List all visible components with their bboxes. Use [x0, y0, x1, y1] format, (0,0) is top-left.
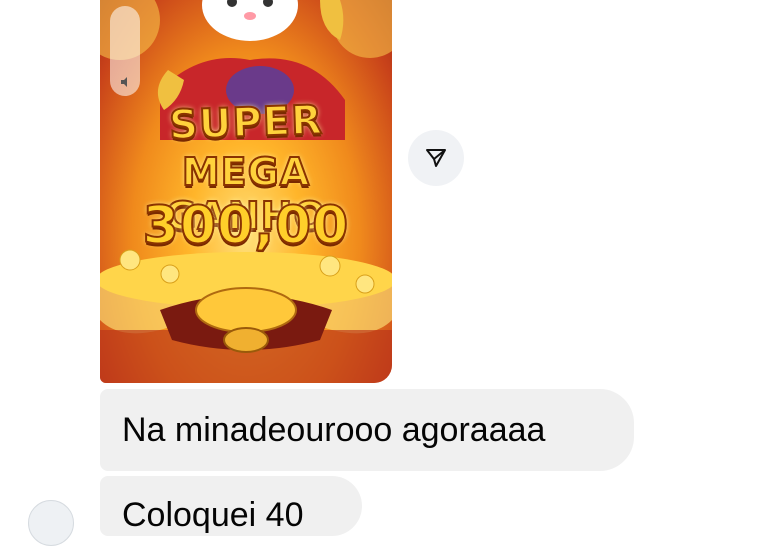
message-bubble[interactable]: Na minadeourooo agoraaaa [100, 389, 634, 471]
share-button[interactable] [408, 130, 464, 186]
message-bubble[interactable]: Coloquei 40 [100, 476, 362, 536]
message-text: Coloquei 40 [122, 496, 304, 534]
avatar[interactable] [28, 500, 74, 546]
speaker-icon [121, 77, 127, 87]
media-attachment[interactable]: SUPER MEGA GANHO 300,00 [100, 0, 392, 383]
send-icon [426, 149, 446, 167]
gold-coins-pile [100, 249, 392, 353]
message-text: Na minadeourooo agoraaaa [122, 411, 546, 449]
volume-slider[interactable] [110, 6, 140, 96]
